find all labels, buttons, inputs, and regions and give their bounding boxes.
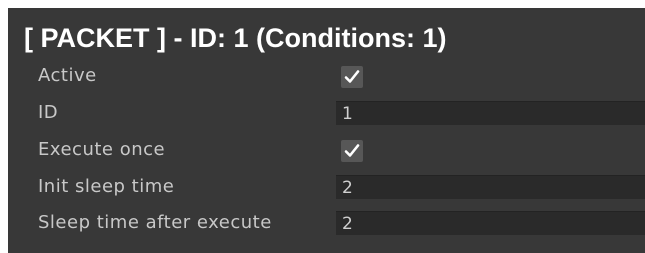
packet-header-title: [ PACKET ] - ID: 1 (Conditions: 1) — [24, 23, 447, 53]
init-sleep-time-label: Init sleep time — [38, 176, 175, 197]
init-sleep-time-input[interactable]: 2 — [336, 175, 645, 199]
sleep-time-after-execute-label: Sleep time after execute — [38, 212, 272, 233]
execute-once-label: Execute once — [38, 139, 166, 160]
init-sleep-time-row: Init sleep time 2 — [8, 171, 645, 203]
active-checkbox[interactable] — [341, 66, 363, 88]
sleep-time-after-execute-input[interactable]: 2 — [336, 211, 645, 235]
id-input[interactable]: 1 — [336, 101, 645, 125]
execute-once-row: Execute once — [8, 134, 645, 166]
checkmark-icon — [344, 70, 360, 83]
id-input-value: 1 — [342, 104, 353, 124]
id-row: ID 1 — [8, 97, 645, 129]
sleep-time-after-execute-row: Sleep time after execute 2 — [8, 207, 645, 239]
active-row: Active — [8, 60, 645, 92]
checkmark-icon — [344, 144, 360, 157]
inspector-panel: [ PACKET ] - ID: 1 (Conditions: 1) Activ… — [8, 8, 645, 253]
execute-once-checkbox[interactable] — [341, 140, 363, 162]
init-sleep-time-value: 2 — [342, 178, 353, 198]
id-label: ID — [38, 102, 59, 123]
active-label: Active — [38, 65, 97, 86]
sleep-time-after-execute-value: 2 — [342, 214, 353, 234]
